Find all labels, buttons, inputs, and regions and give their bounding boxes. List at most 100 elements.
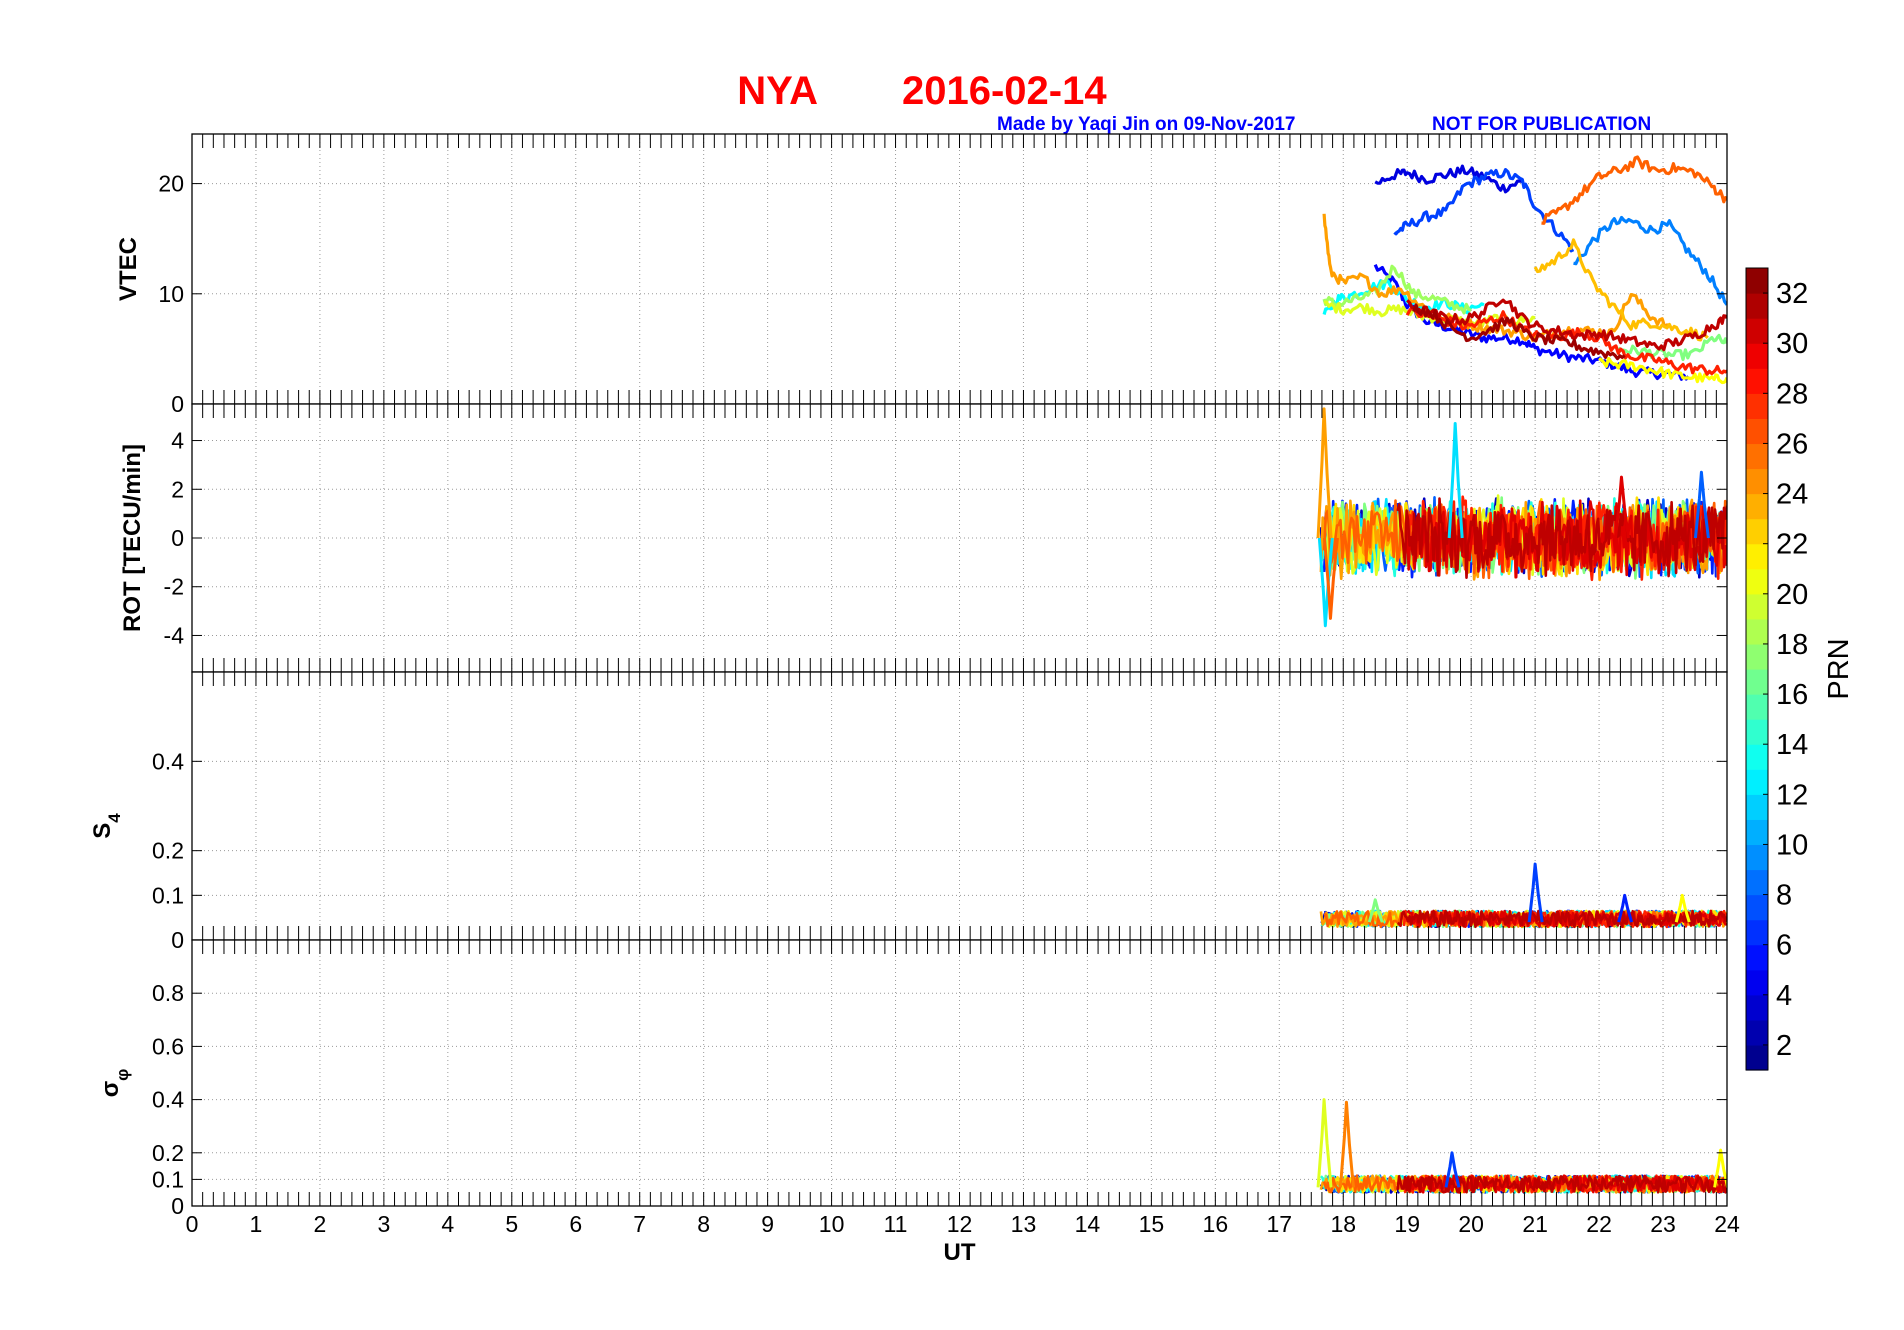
colorbar-label: PRN [1823, 638, 1855, 699]
x-tick-label: 24 [1714, 1211, 1740, 1237]
colorbar-tick-label: 30 [1776, 328, 1808, 360]
vtec-panel: 0 10 20 VTEC [115, 133, 1728, 417]
colorbar-cell [1746, 869, 1768, 896]
y-tick-label: 0.4 [152, 1087, 184, 1113]
colorbar-tick-label: 12 [1776, 779, 1808, 811]
colorbar-cell [1746, 443, 1768, 470]
x-tick-label: 18 [1330, 1211, 1356, 1237]
y-tick-label: 0.1 [152, 1166, 184, 1192]
y-tick-label: 0 [171, 1193, 184, 1219]
colorbar-tick-label: 22 [1776, 529, 1808, 561]
x-tick-label: 4 [441, 1211, 454, 1237]
y-axis-label: σφ [97, 1069, 132, 1098]
y-axis-label: VTEC [115, 237, 142, 301]
x-tick-label: 8 [697, 1211, 710, 1237]
colorbar-tick-label: 24 [1776, 479, 1808, 511]
y-label-main: σ [97, 1081, 124, 1097]
y-tick-label: 0.2 [152, 1140, 184, 1166]
colorbar-cell [1746, 518, 1768, 545]
colorbar-cell [1746, 618, 1768, 645]
colorbar-tick-label: 10 [1776, 829, 1808, 861]
colorbar-cell [1746, 643, 1768, 670]
x-tick-label: 13 [1011, 1211, 1037, 1237]
colorbar-cell [1746, 368, 1768, 394]
x-tick-label: 1 [250, 1211, 263, 1237]
rot-panel: -4 -2 0 2 4 ROT [TECU/min] [119, 403, 1728, 673]
credit-notice: NOT FOR PUBLICATION [1432, 114, 1651, 135]
title-station: NYA [737, 69, 818, 113]
colorbar-tick-label: 26 [1776, 428, 1808, 460]
x-tick-label: 17 [1266, 1211, 1292, 1237]
y-tick-label: 10 [158, 281, 184, 307]
colorbar-tick-label: 28 [1776, 378, 1808, 410]
colorbar-cell [1746, 744, 1768, 770]
colorbar-tick-label: 2 [1776, 1030, 1792, 1062]
sigma-phi-panel: 00.10.20.40.60.8σφ0 1 2 3 4 5 6 7 8 9 10 11 12 13 14 15… [97, 939, 1740, 1266]
colorbar-cell [1746, 969, 1768, 996]
colorbar-tick-label: 32 [1776, 278, 1808, 310]
colorbar-cell [1746, 568, 1768, 595]
x-tick-label: 14 [1075, 1211, 1101, 1237]
y-tick-label: 2 [171, 476, 184, 502]
colorbar-tick-label: 16 [1776, 679, 1808, 711]
colorbar-tick-label: 20 [1776, 579, 1808, 611]
x-tick-label: 2 [314, 1211, 327, 1237]
colorbar-cell [1746, 593, 1768, 620]
colorbar-tick-label: 14 [1776, 729, 1808, 761]
colorbar-cell [1746, 1044, 1768, 1071]
y-tick-label: 20 [158, 171, 184, 197]
colorbar-cell [1746, 293, 1768, 319]
colorbar-tick-label: 6 [1776, 930, 1792, 962]
colorbar-tick-label: 18 [1776, 629, 1808, 661]
y-tick-label: 0.2 [152, 838, 184, 864]
colorbar-cell [1746, 543, 1768, 570]
x-tick-label: 22 [1586, 1211, 1612, 1237]
y-tick-label: 4 [171, 428, 184, 454]
y-tick-label: 0 [171, 927, 184, 953]
y-tick-label: -2 [164, 574, 184, 600]
prn-colorbar: 2468101214161820222426283032PRN [1745, 267, 1855, 1071]
y-tick-label: -4 [164, 622, 185, 648]
y-tick-label: 0.1 [152, 882, 184, 908]
colorbar-cell [1746, 994, 1768, 1021]
y-axis-label: ROT [TECU/min] [119, 444, 146, 632]
x-tick-label: 10 [819, 1211, 845, 1237]
colorbar-cell [1746, 944, 1768, 971]
x-axis-label: UT [944, 1239, 976, 1266]
colorbar-cell [1746, 318, 1768, 344]
figure: NYA 2016-02-14 Made by Yaqi Jin on 09-No… [89, 69, 1855, 1266]
y-tick-label: 0 [171, 391, 184, 417]
colorbar-cell [1746, 719, 1768, 745]
colorbar-cell [1746, 1019, 1768, 1046]
x-tick-label: 5 [505, 1211, 518, 1237]
colorbar-tick-label: 4 [1776, 980, 1792, 1012]
y-axis-label: S4 [89, 813, 124, 839]
colorbar-cell [1746, 418, 1768, 445]
x-tick-label: 7 [633, 1211, 646, 1237]
colorbar-cell [1746, 694, 1768, 720]
colorbar-cell [1746, 819, 1768, 846]
y-label-sub: 4 [105, 813, 124, 823]
x-tick-label: 0 [186, 1211, 199, 1237]
colorbar-cell [1746, 393, 1768, 419]
title-date: 2016-02-14 [902, 69, 1107, 113]
y-tick-label: 0.4 [152, 748, 184, 774]
x-tick-label: 9 [761, 1211, 774, 1237]
x-tick-label: 6 [569, 1211, 582, 1237]
colorbar-cell [1746, 493, 1768, 520]
colorbar-cell [1746, 343, 1768, 369]
colorbar-cell [1746, 468, 1768, 495]
x-tick-label: 20 [1458, 1211, 1484, 1237]
x-tick-label: 15 [1139, 1211, 1165, 1237]
colorbar-cell [1746, 794, 1768, 820]
colorbar-cell [1746, 769, 1768, 795]
x-tick-label: 21 [1522, 1211, 1548, 1237]
x-tick-label: 23 [1650, 1211, 1676, 1237]
colorbar-cell [1746, 669, 1768, 695]
x-tick-label: 12 [947, 1211, 973, 1237]
colorbar-cell [1746, 894, 1768, 921]
y-label-main: S [89, 823, 116, 839]
colorbar-cell [1746, 844, 1768, 871]
s4-panel: 0 0.1 0.2 0.4 S4 [89, 671, 1728, 953]
y-tick-label: 0.6 [152, 1033, 184, 1059]
